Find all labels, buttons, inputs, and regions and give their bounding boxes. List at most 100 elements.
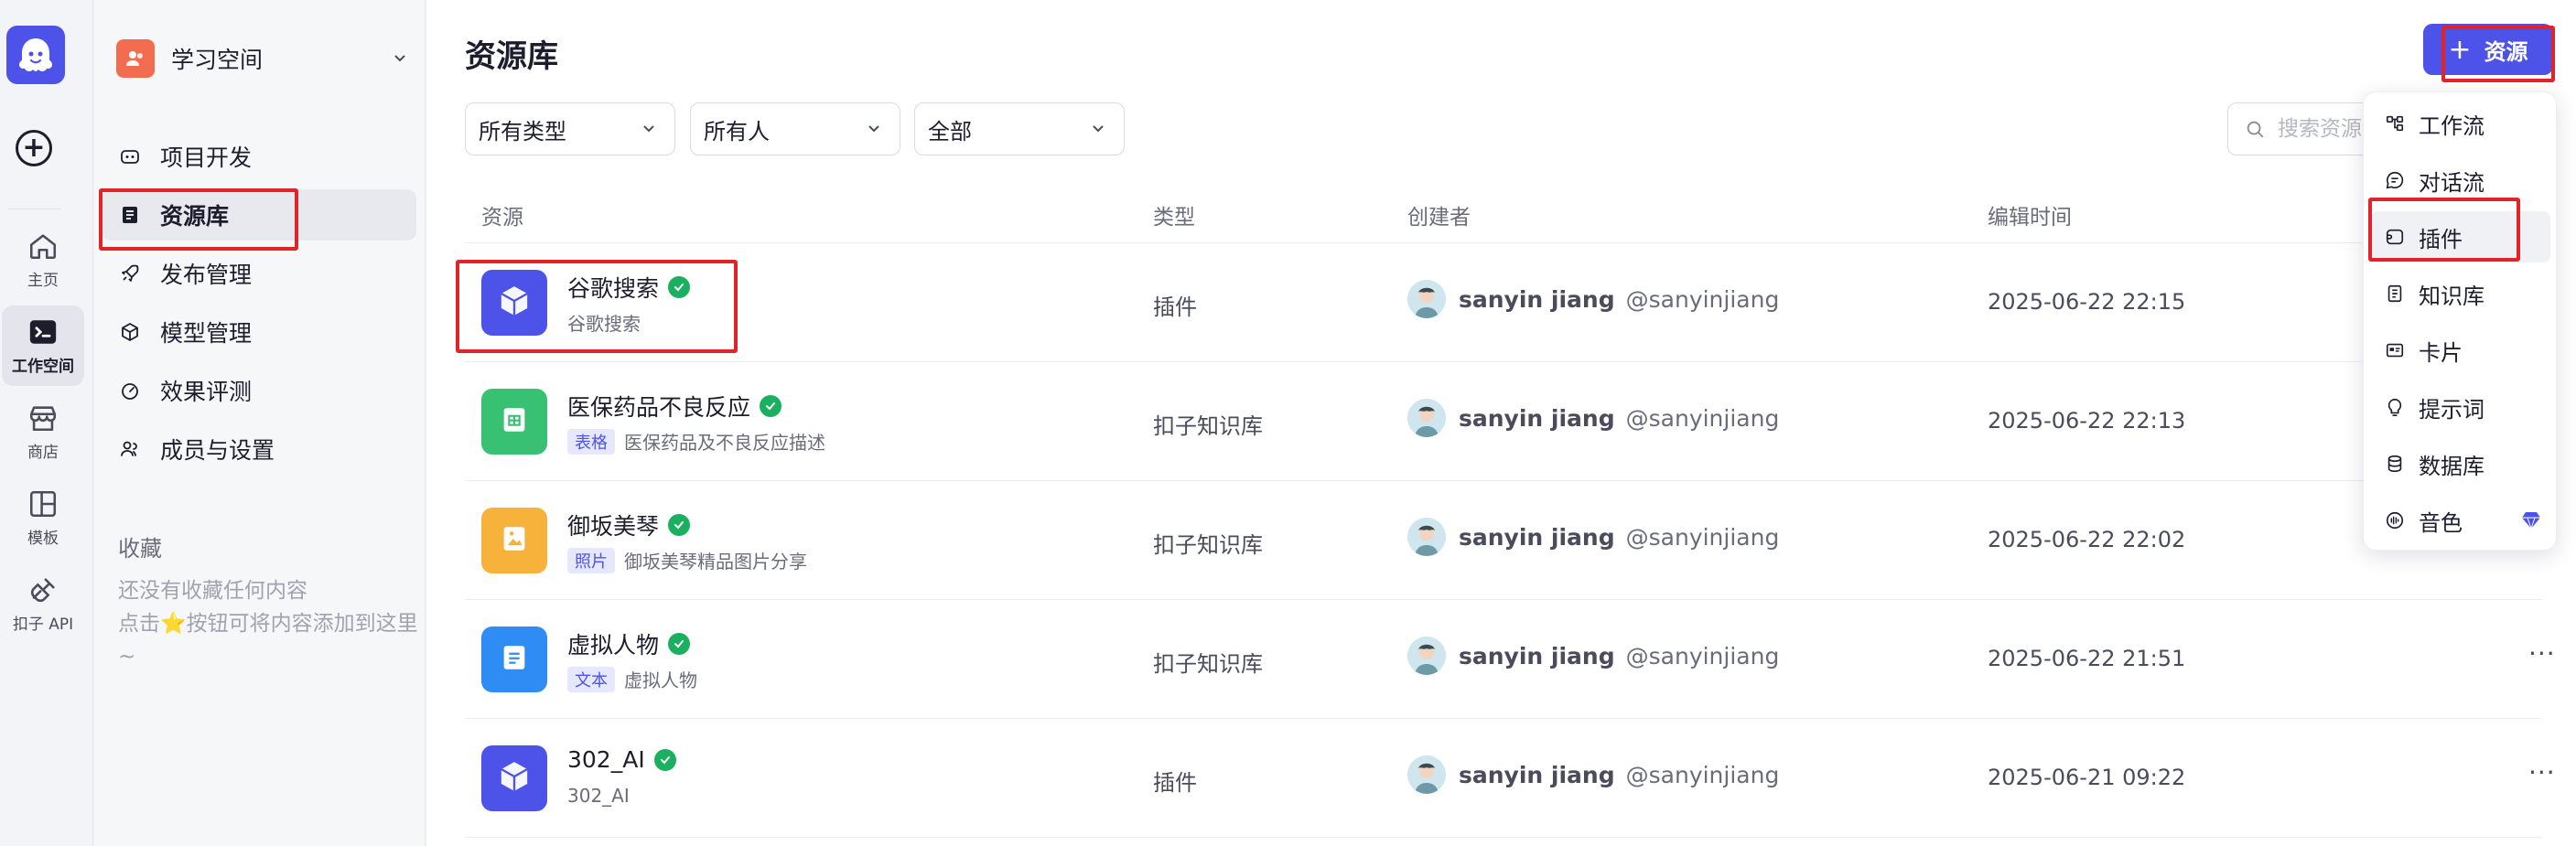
chevron-down-icon bbox=[868, 125, 879, 133]
menu-item-label: 提示词 bbox=[2419, 396, 2484, 423]
resource-name-text: 医保药品不良反应 bbox=[567, 394, 751, 421]
voice-icon bbox=[2384, 509, 2406, 531]
creator-name: sanyin jiang bbox=[1459, 642, 1615, 669]
template-icon bbox=[29, 490, 57, 517]
add-resource-button[interactable]: + 资源 bbox=[2423, 24, 2553, 75]
resource-description-text: 谷歌搜索 bbox=[567, 313, 641, 335]
menu-item-card[interactable]: 卡片 bbox=[2371, 325, 2550, 376]
resource-type: 插件 bbox=[1153, 770, 1197, 796]
rail-item-label: 扣子 API bbox=[12, 615, 74, 634]
store-icon bbox=[29, 405, 57, 431]
rail-item-label: 主页 bbox=[27, 271, 59, 290]
resource-description-text: 302_AI bbox=[567, 785, 630, 807]
resource-name[interactable]: 御坂美琴 bbox=[567, 509, 691, 541]
nav-item-label: 模型管理 bbox=[160, 320, 253, 347]
resource-tag: 照片 bbox=[567, 547, 615, 573]
workspace-switcher[interactable]: 学习空间 bbox=[116, 37, 420, 80]
resource-name[interactable]: 医保药品不良反应 bbox=[567, 390, 782, 423]
gauge-icon bbox=[118, 379, 142, 402]
table-row[interactable]: 302_AI 302_AI 插件 sanyin jiang @sanyinjia… bbox=[465, 719, 2555, 838]
rail-item-templates[interactable]: 模板 bbox=[2, 477, 84, 558]
menu-item-database[interactable]: 数据库 bbox=[2371, 438, 2550, 489]
creator-handle: @sanyinjiang bbox=[1625, 285, 1780, 313]
menu-item-chatflow[interactable]: 对话流 bbox=[2371, 155, 2550, 206]
resource-icon bbox=[481, 270, 547, 336]
nav-item-label: 效果评测 bbox=[160, 379, 253, 405]
nav-item-models[interactable]: 模型管理 bbox=[102, 306, 416, 358]
resource-description-text: 医保药品及不良反应描述 bbox=[624, 432, 825, 454]
resource-name[interactable]: 虚拟人物 bbox=[567, 627, 691, 660]
resource-tag: 表格 bbox=[567, 428, 615, 455]
ghost-logo-icon bbox=[19, 38, 52, 71]
nav-item-projects[interactable]: 项目开发 bbox=[102, 131, 416, 182]
edit-time: 2025-06-22 22:15 bbox=[1988, 289, 2186, 315]
table-row[interactable]: 御坂美琴 照片 御坂美琴精品图片分享 扣子知识库 sanyin jiang @sa… bbox=[465, 481, 2542, 600]
card-icon bbox=[2384, 339, 2406, 361]
edit-time: 2025-06-22 22:02 bbox=[1988, 527, 2186, 552]
rail-item-api[interactable]: 扣子 API bbox=[2, 563, 84, 644]
cube-icon bbox=[496, 758, 533, 798]
table-row[interactable]: 虚拟人物 文本 虚拟人物 扣子知识库 sanyin jiang @sanyinji… bbox=[465, 600, 2555, 719]
nav-item-publish[interactable]: 发布管理 bbox=[102, 248, 416, 299]
nav-item-label: 成员与设置 bbox=[160, 437, 275, 464]
menu-item-voice[interactable]: 音色 bbox=[2371, 495, 2550, 546]
menu-item-prompt[interactable]: 提示词 bbox=[2371, 381, 2550, 433]
menu-item-workflow[interactable]: 工作流 bbox=[2371, 98, 2550, 149]
edit-time: 2025-06-22 21:51 bbox=[1988, 646, 2186, 671]
resource-description-text: 虚拟人物 bbox=[624, 669, 697, 691]
page-title: 资源库 bbox=[465, 38, 558, 75]
resource-creator: sanyin jiang @sanyinjiang bbox=[1407, 755, 1779, 794]
workspace-name: 学习空间 bbox=[171, 47, 264, 73]
resource-name-text: 谷歌搜索 bbox=[567, 275, 660, 302]
resource-icon bbox=[481, 508, 547, 573]
rail-item-home[interactable]: 主页 bbox=[2, 220, 84, 300]
table-row[interactable]: 谷歌搜索 谷歌搜索 插件 sanyin jiang @sanyinjiang 2… bbox=[465, 243, 2542, 362]
status-filter[interactable]: 全部 bbox=[914, 102, 1125, 155]
menu-item-label: 音色 bbox=[2419, 509, 2463, 536]
chevron-down-icon bbox=[1093, 125, 1104, 133]
main-content: 资源库 + 资源 所有类型 所有人 全部 资源 类型 创建者 编辑时间 谷歌搜索… bbox=[426, 0, 2576, 846]
add-resource-label: 资源 bbox=[2484, 38, 2528, 65]
nav-item-evaluation[interactable]: 效果评测 bbox=[102, 365, 416, 416]
verified-check-icon bbox=[668, 633, 691, 655]
menu-item-plugin[interactable]: 插件 bbox=[2371, 211, 2550, 262]
app-logo[interactable] bbox=[6, 26, 65, 84]
verified-check-icon bbox=[653, 748, 676, 771]
avatar bbox=[1407, 518, 1446, 556]
type-filter[interactable]: 所有类型 bbox=[465, 102, 675, 155]
icon-rail: + 主页 工作空间 商店 模板 扣子 API bbox=[0, 0, 93, 846]
nav-item-library[interactable]: 资源库 bbox=[102, 189, 416, 241]
more-actions-button[interactable]: ··· bbox=[2528, 757, 2556, 787]
table-row[interactable]: 医保药品不良反应 表格 医保药品及不良反应描述 扣子知识库 sanyin jian… bbox=[465, 362, 2542, 481]
document-icon bbox=[499, 642, 530, 677]
rail-item-workspace[interactable]: 工作空间 bbox=[2, 305, 84, 386]
resource-name[interactable]: 302_AI bbox=[567, 746, 676, 773]
rail-item-label: 商店 bbox=[27, 443, 59, 462]
resource-name-text: 虚拟人物 bbox=[567, 632, 660, 659]
rail-item-store[interactable]: 商店 bbox=[2, 391, 84, 472]
more-actions-button[interactable]: ··· bbox=[2528, 638, 2556, 669]
terminal-icon bbox=[29, 319, 57, 344]
favorites-empty-line: 还没有收藏任何内容 bbox=[118, 579, 307, 603]
nav-item-members[interactable]: 成员与设置 bbox=[102, 423, 416, 475]
creator-handle: @sanyinjiang bbox=[1625, 404, 1780, 432]
search-icon bbox=[2247, 121, 2264, 138]
create-button[interactable]: + bbox=[16, 130, 52, 166]
resource-creator: sanyin jiang @sanyinjiang bbox=[1407, 518, 1779, 556]
resource-creator: sanyin jiang @sanyinjiang bbox=[1407, 280, 1779, 318]
creator-name: sanyin jiang bbox=[1459, 523, 1615, 551]
database-icon bbox=[2384, 453, 2406, 475]
resource-description: 谷歌搜索 bbox=[567, 309, 641, 336]
filter-value: 全部 bbox=[928, 118, 972, 145]
menu-item-knowledge[interactable]: 知识库 bbox=[2371, 268, 2550, 319]
resource-name-text: 302_AI bbox=[567, 746, 645, 773]
bot-icon bbox=[118, 145, 142, 168]
column-header-resource: 资源 bbox=[481, 206, 523, 230]
owner-filter[interactable]: 所有人 bbox=[690, 102, 900, 155]
resource-name[interactable]: 谷歌搜索 bbox=[567, 271, 691, 304]
prompt-icon bbox=[2384, 396, 2406, 418]
column-header-creator: 创建者 bbox=[1407, 206, 1471, 230]
nav-item-label: 项目开发 bbox=[160, 145, 253, 171]
nav-item-label: 发布管理 bbox=[160, 262, 253, 288]
resource-type: 插件 bbox=[1153, 294, 1197, 320]
